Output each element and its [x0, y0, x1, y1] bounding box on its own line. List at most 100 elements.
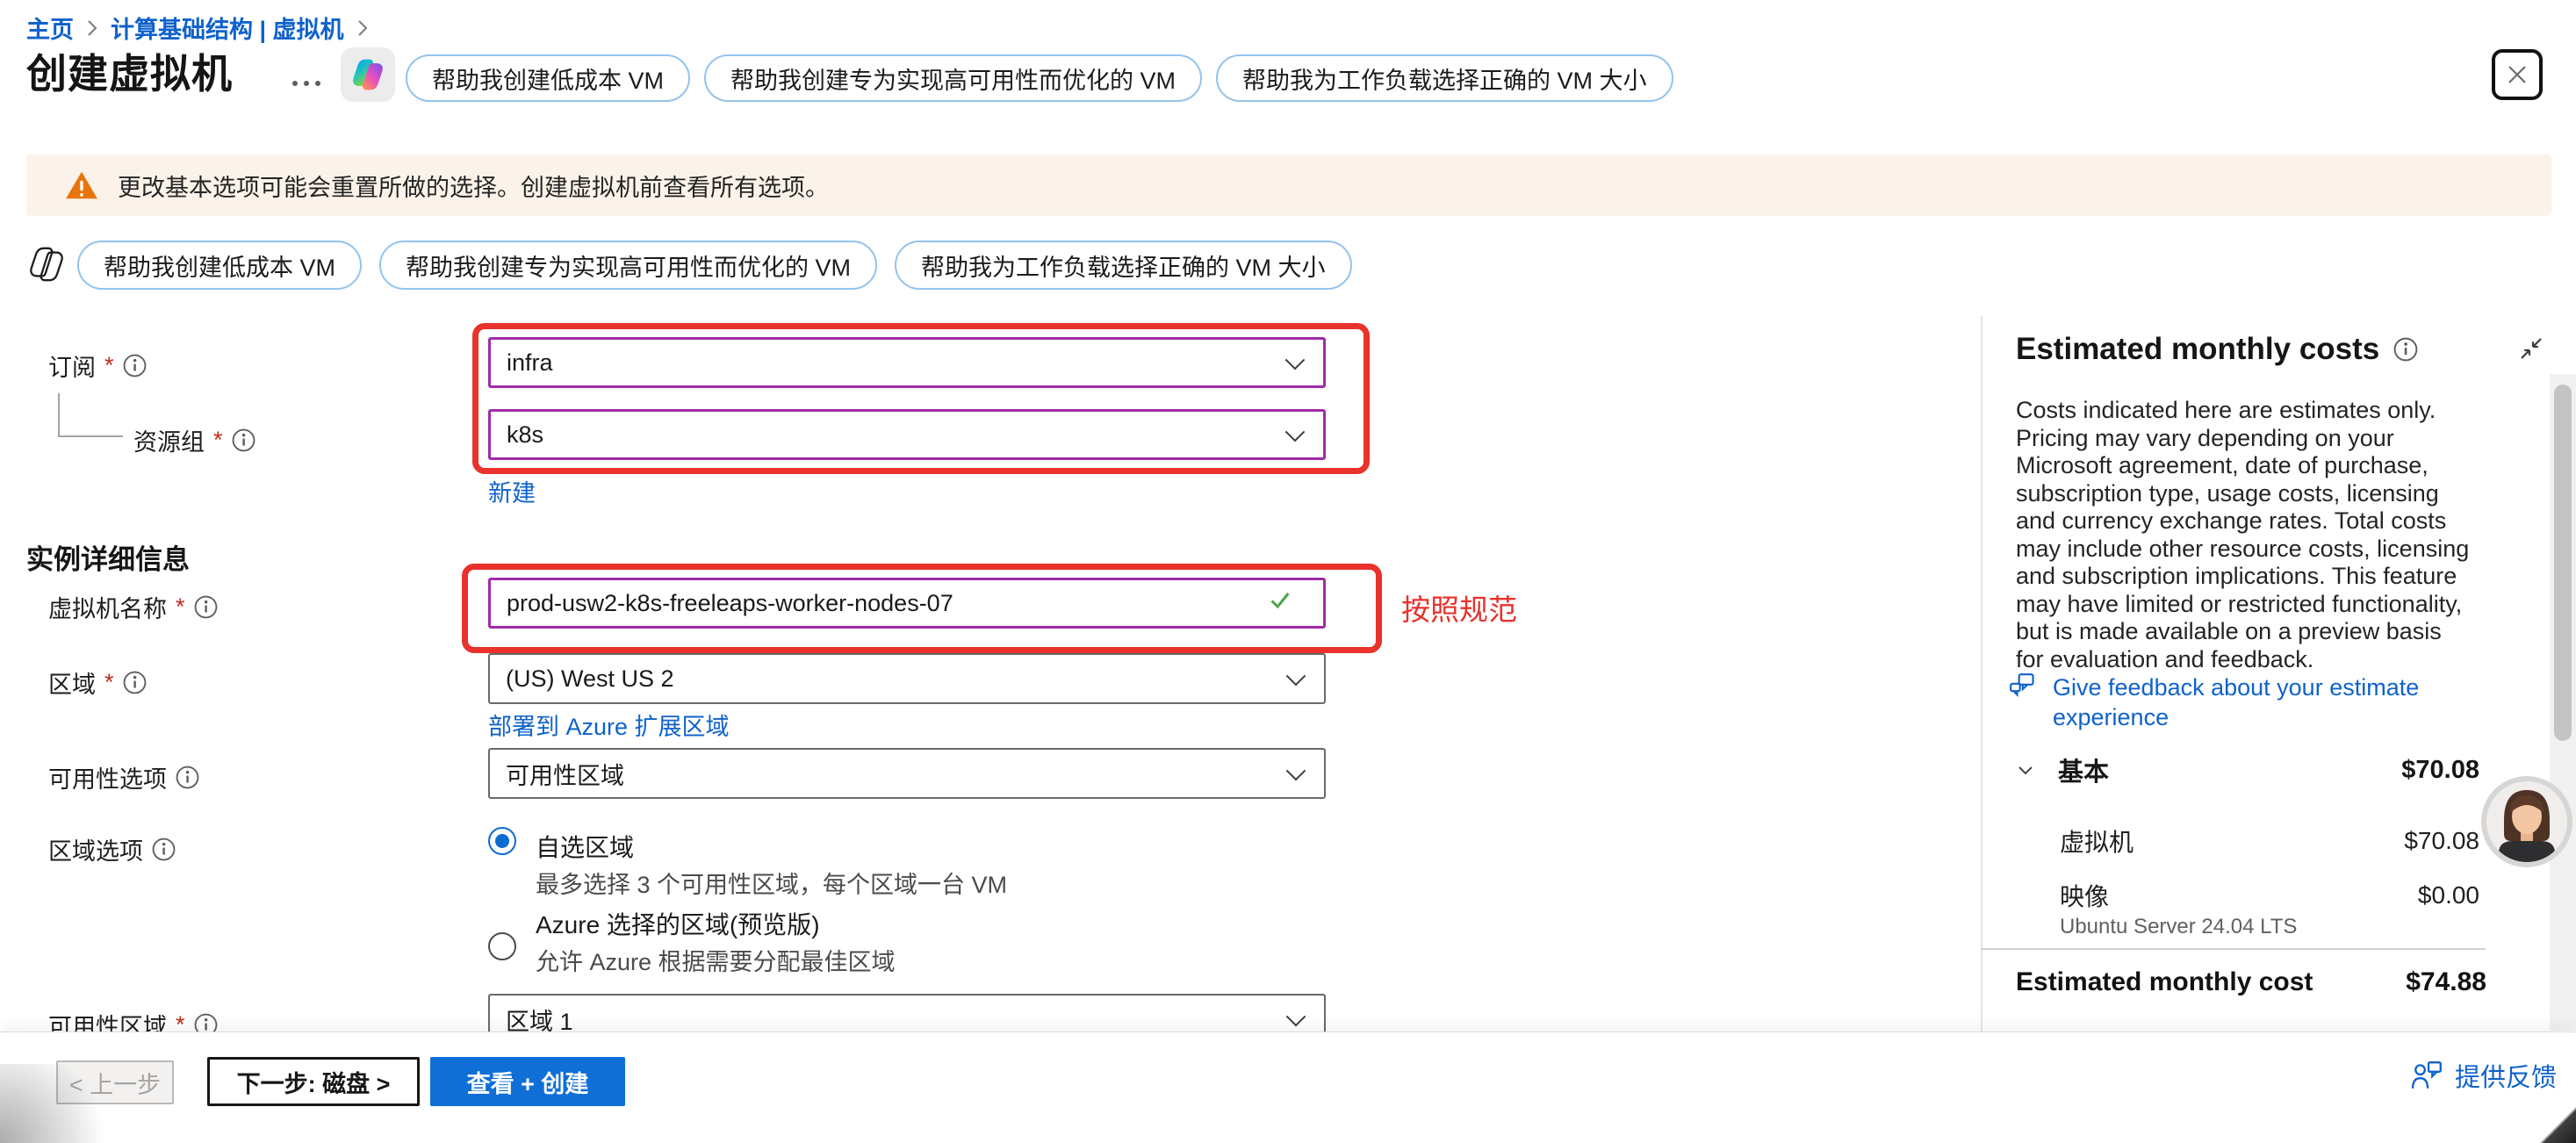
provide-feedback-label: 提供反馈 — [2455, 1057, 2557, 1094]
resize-handle[interactable] — [2539, 1106, 2576, 1143]
copilot-outline-icon — [26, 244, 67, 289]
field-label-zone-options: 区域选项 — [48, 832, 176, 866]
cost-item-name: 虚拟机 — [2060, 823, 2133, 859]
close-icon — [2504, 61, 2530, 88]
subscription-dropdown[interactable]: infra — [488, 337, 1326, 388]
field-label-availability-options: 可用性选项 — [48, 760, 199, 794]
estimate-feedback-text: Give feedback about your estimate experi… — [2053, 672, 2457, 732]
person-feedback-icon — [2411, 1060, 2444, 1090]
resource-group-value: k8s — [507, 421, 543, 449]
info-icon[interactable] — [152, 837, 176, 861]
info-icon[interactable] — [2393, 337, 2418, 362]
copilot-button[interactable] — [341, 47, 395, 102]
zone-radio-azure-select-desc: 允许 Azure 根据需要分配最佳区域 — [536, 943, 896, 977]
validation-check-icon — [1267, 587, 1293, 620]
breadcrumb: 主页 计算基础结构 | 虚拟机 — [26, 11, 369, 45]
close-button[interactable] — [2492, 49, 2543, 100]
copilot-icon — [349, 55, 387, 94]
info-icon[interactable] — [232, 428, 255, 452]
provide-feedback-link[interactable]: 提供反馈 — [2411, 1057, 2557, 1094]
suggestion-low-cost-button[interactable]: 帮助我创建低成本 VM — [77, 241, 362, 290]
chevron-down-icon — [1285, 422, 1306, 442]
review-create-button[interactable]: 查看 + 创建 — [430, 1057, 625, 1106]
cost-total-row: Estimated monthly cost $74.88 — [2016, 967, 2486, 997]
cost-total-divider — [1982, 948, 2486, 950]
scrollbar-thumb[interactable] — [2554, 385, 2572, 741]
annotation-text: 按照规范 — [1401, 586, 1517, 629]
feedback-bubbles-icon — [2009, 672, 2040, 702]
zone-radio-azure-select-label[interactable]: Azure 选择的区域(预览版) — [536, 906, 820, 941]
cost-group-amount: $70.08 — [2401, 756, 2479, 785]
region-value: (US) West US 2 — [506, 665, 674, 693]
suggestion-right-size-button[interactable]: 帮助我为工作负载选择正确的 VM 大小 — [895, 241, 1352, 290]
info-icon[interactable] — [123, 671, 147, 694]
info-icon[interactable] — [176, 766, 199, 789]
chevron-right-icon — [356, 18, 369, 39]
cost-item-amount: $70.08 — [2404, 827, 2479, 855]
suggestion-right-size-button[interactable]: 帮助我为工作负载选择正确的 VM 大小 — [1216, 54, 1673, 102]
field-label-subscription: 订阅 * — [48, 349, 147, 383]
warning-icon — [65, 170, 98, 200]
zone-radio-self-select[interactable] — [488, 827, 516, 855]
next-disks-button[interactable]: 下一步: 磁盘 > — [207, 1057, 420, 1106]
chevron-right-icon — [86, 18, 98, 39]
cost-item-row: 虚拟机 $70.08 — [2060, 823, 2479, 859]
cost-total-amount: $74.88 — [2406, 967, 2486, 997]
cost-item-amount: $0.00 — [2418, 881, 2479, 909]
section-title-instance-details: 实例详细信息 — [26, 537, 190, 577]
zone-radio-self-select-desc: 最多选择 3 个可用性区域，每个区域一台 VM — [536, 866, 1007, 900]
cost-group-row[interactable]: 基本 $70.08 — [2016, 751, 2479, 788]
chevron-down-icon — [1286, 761, 1306, 781]
field-label-region: 区域 * — [48, 665, 147, 700]
breadcrumb-item-home[interactable]: 主页 — [26, 11, 74, 45]
deploy-edge-zone-link[interactable]: 部署到 Azure 扩展区域 — [488, 708, 730, 742]
required-mark: * — [104, 352, 114, 379]
subscription-value: infra — [507, 349, 553, 377]
chevron-down-icon — [1286, 1007, 1306, 1027]
suggestion-high-availability-button[interactable]: 帮助我创建专为实现高可用性而优化的 VM — [379, 241, 877, 290]
field-label-vm-name: 虚拟机名称 * — [48, 590, 218, 624]
assistant-avatar[interactable] — [2481, 776, 2572, 867]
breadcrumb-item-virtual-machines[interactable]: 计算基础结构 | 虚拟机 — [111, 11, 344, 45]
warning-text: 更改基本选项可能会重置所做的选择。创建虚拟机前查看所有选项。 — [118, 169, 829, 203]
cost-group-name: 基本 — [2058, 751, 2109, 788]
cost-item-subtitle: Ubuntu Server 24.04 LTS — [2060, 915, 2297, 939]
costs-panel-header: Estimated monthly costs — [2016, 332, 2418, 367]
zone-radio-self-select-label[interactable]: 自选区域 — [536, 829, 634, 864]
field-label-resource-group: 资源组 * — [133, 423, 255, 457]
more-options-icon[interactable] — [292, 81, 320, 86]
chevron-down-icon — [1285, 350, 1306, 370]
previous-button[interactable]: < 上一步 — [56, 1060, 174, 1104]
cost-total-label: Estimated monthly cost — [2016, 967, 2313, 997]
collapse-panel-icon[interactable] — [2518, 335, 2544, 366]
vm-name-input[interactable]: prod-usw2-k8s-freeleaps-worker-nodes-07 — [488, 578, 1326, 629]
availability-zone-value: 区域 1 — [506, 1003, 573, 1037]
label-text: 订阅 — [48, 349, 96, 383]
required-mark: * — [213, 427, 223, 454]
panel-divider — [1981, 316, 1982, 1032]
required-mark: * — [176, 593, 185, 621]
suggestion-high-availability-button[interactable]: 帮助我创建专为实现高可用性而优化的 VM — [704, 54, 1202, 102]
vm-name-value: prod-usw2-k8s-freeleaps-worker-nodes-07 — [507, 590, 953, 617]
copilot-suggestions-header: 帮助我创建低成本 VM 帮助我创建专为实现高可用性而优化的 VM 帮助我为工作负… — [406, 54, 1673, 102]
zone-radio-azure-select[interactable] — [488, 932, 516, 960]
costs-panel-title: Estimated monthly costs — [2016, 332, 2379, 367]
label-text: 区域选项 — [48, 832, 143, 866]
suggestion-low-cost-button[interactable]: 帮助我创建低成本 VM — [406, 54, 690, 102]
availability-options-value: 可用性区域 — [506, 757, 624, 791]
chevron-down-icon — [2016, 760, 2035, 780]
warning-banner: 更改基本选项可能会重置所做的选择。创建虚拟机前查看所有选项。 — [26, 155, 2551, 216]
availability-options-dropdown[interactable]: 可用性区域 — [488, 748, 1326, 799]
label-text: 虚拟机名称 — [48, 590, 167, 624]
region-dropdown[interactable]: (US) West US 2 — [488, 653, 1326, 704]
info-icon[interactable] — [123, 354, 147, 377]
label-text: 区域 — [48, 665, 96, 700]
create-new-resource-group-link[interactable]: 新建 — [488, 474, 536, 508]
label-text: 资源组 — [133, 423, 205, 457]
cost-item-row: 映像 $0.00 — [2060, 878, 2479, 913]
info-icon[interactable] — [194, 595, 218, 619]
required-mark: * — [104, 669, 114, 696]
resource-group-dropdown[interactable]: k8s — [488, 409, 1326, 460]
estimate-feedback-link[interactable]: Give feedback about your estimate experi… — [2009, 672, 2457, 732]
chevron-down-icon — [1286, 666, 1306, 687]
